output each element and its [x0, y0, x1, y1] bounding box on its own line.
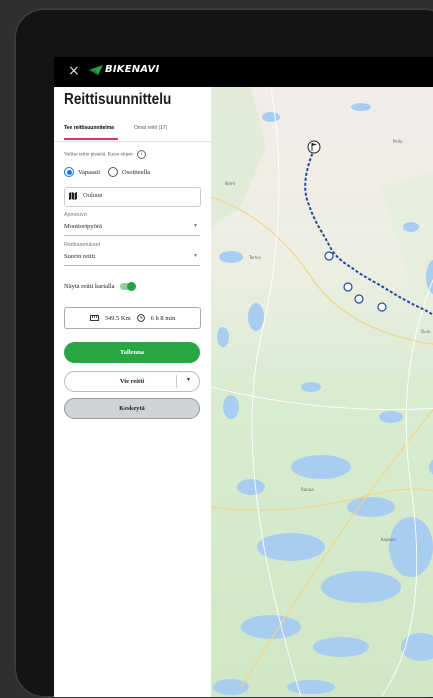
export-route-label: Vie reitti: [119, 378, 145, 385]
chevron-down-icon: ▼: [193, 224, 198, 229]
bikenavi-logo-icon: [89, 64, 103, 75]
route-distance: 349.5 Km: [104, 314, 131, 322]
tab-own-routes[interactable]: Omat reitit (17): [134, 125, 167, 131]
brand-name: BIKENAVI: [105, 64, 160, 75]
route-planner-panel: Reittisuunnittelu Tee reittisuunnitelma …: [54, 87, 211, 697]
route-stats: 349.5 Km 6 h 8 min: [64, 307, 201, 329]
map-view[interactable]: Pello Kemi Tornio Oulu Kajaani Ranua: [211, 87, 433, 697]
route-settings-select[interactable]: Suorin reitti ▼: [64, 253, 200, 266]
place-label: Pello: [393, 139, 403, 144]
waypoint-marker[interactable]: [354, 294, 364, 304]
chevron-down-icon: ▼: [193, 254, 198, 259]
map-icon: [69, 192, 77, 200]
top-bar: × BIKENAVI: [54, 57, 433, 87]
show-route-label: Näytä reitti kartalla: [64, 283, 115, 290]
place-label: Kemi: [225, 181, 235, 186]
radio-free-label: Vapaasti: [78, 168, 101, 176]
tab-bar: Tee reittisuunnitelma Omat reitit (17): [54, 121, 211, 142]
info-icon[interactable]: i: [136, 150, 146, 159]
hint-text: Valitse reitin pisteitä. Katso ohjeet: [64, 152, 133, 158]
radio-free-mode[interactable]: [64, 167, 74, 177]
screen: × BIKENAVI Reittisuunnittelu Tee reittis…: [54, 57, 433, 697]
clock-icon: [136, 314, 145, 322]
page-title: Reittisuunnittelu: [64, 91, 172, 108]
save-button[interactable]: Tallenna: [64, 342, 200, 363]
cancel-button[interactable]: Keskeytä: [64, 398, 200, 419]
ruler-icon: [89, 315, 99, 321]
radio-address-mode[interactable]: [108, 167, 119, 177]
place-label: Kajaani: [381, 537, 396, 542]
split-divider: [176, 375, 177, 388]
waypoint-marker[interactable]: [324, 251, 334, 261]
tab-create-route[interactable]: Tee reittisuunnitelma: [64, 125, 114, 131]
place-label: Ranua: [301, 487, 314, 492]
active-tab-indicator: [64, 138, 118, 140]
instruction-text: Valitse reitin pisteitä. Katso ohjeet i: [64, 150, 146, 159]
waypoint-marker[interactable]: [343, 282, 353, 292]
mode-radio-group: Vapaasti Osoitteella: [64, 167, 150, 177]
place-label: Tornio: [248, 255, 261, 260]
radio-address-label: Osoitteella: [122, 168, 151, 176]
export-route-button[interactable]: Vie reitti ▼: [64, 371, 200, 392]
vehicle-select[interactable]: Moottoripyörä ▼: [64, 223, 200, 236]
app-logo: BIKENAVI: [89, 64, 159, 75]
vehicle-label: Ajoneuvo: [64, 212, 87, 218]
route-settings-label: Reittiasetukset: [64, 242, 101, 248]
destination-input[interactable]: Ouluun: [64, 187, 201, 207]
start-flag-icon[interactable]: [307, 140, 321, 154]
place-label: Oulu: [421, 329, 431, 334]
route-settings-value: Suorin reitti: [64, 253, 96, 260]
chevron-down-icon[interactable]: ▼: [186, 378, 191, 383]
destination-value: Ouluun: [83, 192, 103, 199]
tablet-frame: × BIKENAVI Reittisuunnittelu Tee reittis…: [14, 8, 433, 698]
route-duration: 6 h 8 min: [150, 314, 176, 322]
waypoint-marker[interactable]: [377, 302, 387, 312]
show-route-toggle[interactable]: [119, 282, 136, 291]
map-canvas[interactable]: Pello Kemi Tornio Oulu Kajaani Ranua: [211, 87, 433, 697]
close-icon[interactable]: ×: [68, 63, 80, 79]
show-route-row: Näytä reitti kartalla: [64, 282, 136, 291]
vehicle-value: Moottoripyörä: [64, 223, 102, 230]
